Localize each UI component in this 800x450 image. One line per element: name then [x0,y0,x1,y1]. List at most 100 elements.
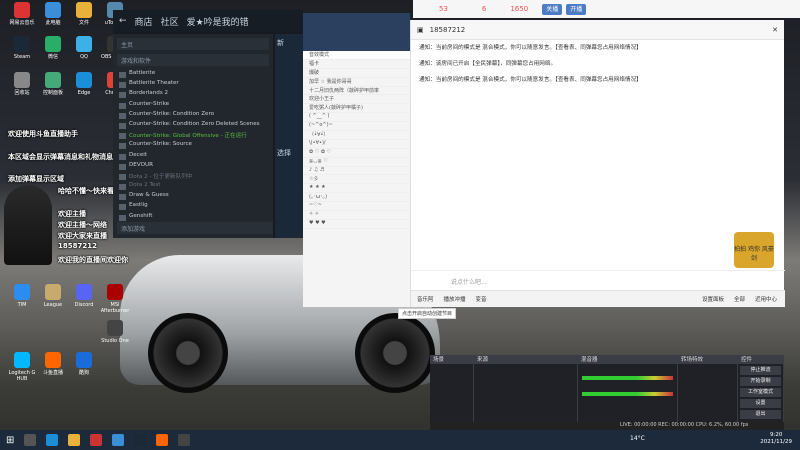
desktop-icon[interactable]: MSI Afterburner [97,284,133,314]
effect-item[interactable]: (｡･ω･｡) [303,193,410,203]
desktop-icon-label: 回收站 [14,90,30,96]
effect-item[interactable]: ✿ ♡ ✿ ♡ [303,149,410,158]
effect-item[interactable]: 加早 ☆ 我是你哥哥 [303,78,410,87]
app-icon [76,72,92,88]
effect-item[interactable]: 十二月旧仇两阵（敲碎护甲前率 [303,87,410,96]
obs-icon[interactable] [178,434,191,446]
steam-game-item[interactable]: Counter-Strike: Source [113,141,273,151]
steam-game-item[interactable]: Eastlig [113,202,273,212]
effect-item[interactable]: 福卡 [303,60,410,69]
taskbar: ⊞ 14°C 9:20 2021/11/29 [0,430,800,450]
footer-music-button[interactable]: 音乐阿 [417,295,434,303]
chat-notice: 通知：该房间已开启【全民弹幕】，同弹幕您占用网络。 [419,61,557,67]
steam-home-button[interactable]: 主页 [117,38,269,50]
start-live-button[interactable]: 开播 [566,3,587,15]
app-icon[interactable] [90,434,103,446]
steam-icon[interactable] [134,434,147,446]
desktop-icon-label: Steam [13,54,31,60]
steam-game-item[interactable]: Battlerite [113,70,273,80]
steam-nav-user[interactable]: 爱★吟是我的错 [187,15,249,28]
close-icon[interactable]: ✕ [772,26,778,34]
steam-section-header[interactable]: 游戏和软件 [117,54,269,66]
steam-add-game-button[interactable]: 添加游戏 [117,222,273,234]
effect-item[interactable]: ( ^__^ ) [303,113,410,123]
obs-controls-header: 控件 [738,355,783,364]
effect-item[interactable]: ≧◡≦ ♡ [303,158,410,167]
footer-play-button[interactable]: 播放冲播 [444,295,466,303]
steam-game-item[interactable]: Counter-Strike [113,101,273,111]
steam-game-item[interactable]: Borderlands 2 [113,90,273,100]
app-icon [14,72,30,88]
obs-control-button[interactable]: 设置 [740,399,781,408]
effect-item[interactable]: \(•∀•)/ [303,140,410,149]
effect-item[interactable]: ★ ★ ★ [303,184,410,194]
app-icon [14,2,30,18]
folder-icon[interactable] [68,434,81,446]
app-icon [107,320,123,336]
desktop-icon[interactable]: 酷狗 [66,352,102,376]
steam-back-icon[interactable]: ← [119,16,127,26]
steam-main-area: 新 选择 [275,34,303,238]
chat-input[interactable]: 说点什么吧... [411,270,785,290]
effect-item[interactable]: 爱吃粥人(敲碎护甲橘子) [303,104,410,114]
app-icon [14,36,30,52]
steam-game-item[interactable]: Dota 2 - 位于更新队列中 [113,172,273,182]
steam-game-item[interactable]: Counter-Strike: Condition Zero Deleted S… [113,121,273,131]
effect-item[interactable]: 欢迎小王子 [303,95,410,105]
steam-nav-store[interactable]: 商店 [135,15,153,28]
search-icon[interactable] [24,434,37,446]
footer-center-button[interactable]: 近用中心 [755,295,777,303]
clock[interactable]: 9:20 2021/11/29 [760,432,792,446]
obs-control-button[interactable]: 开始录制 [740,377,781,386]
douyu-effect-panel: 音效模式 福卡 爆破 加早 ☆ 我是你哥哥 十二月旧仇两阵（敲碎护甲前率 欢迎小王子 爱吃… [303,13,410,307]
effect-item[interactable]: ♪ ♫ ♬ [303,167,410,176]
danmu-message: 哈哈不懂～快来看吧 [58,187,121,195]
steam-game-list: Battlerite Battlerite Theater Borderlands … [113,70,273,223]
app-icon [76,352,92,368]
effect-item[interactable]: ♥ ♥ ♥ [303,220,410,229]
douyu-icon[interactable] [156,434,169,446]
steam-game-item[interactable]: Dota 2 Test [113,182,273,192]
desktop-icon-label: League [43,302,63,308]
promo-badge[interactable]: 拍拍 鸡你 风豪剑 [734,232,774,268]
desktop-icon-label: 酷狗 [78,370,89,376]
clock-date: 2021/11/29 [760,439,792,445]
douyu-panel-header [303,13,410,51]
app-icon[interactable] [112,434,125,446]
car-wheel [148,313,228,393]
obs-control-button[interactable]: 退出 [740,410,781,419]
steam-game-item[interactable]: Battlerite Theater [113,80,273,90]
obs-control-button[interactable]: 工作室模式 [740,388,781,397]
effect-item[interactable]: ✧ ✧ [303,211,410,220]
steam-game-item[interactable]: Deceit [113,152,273,162]
desktop-icon-label: 此电脑 [45,20,61,26]
obs-mixer-header: 混音器 [578,355,677,364]
app-icon [76,36,92,52]
footer-all-button[interactable]: 全部 [734,295,745,303]
start-icon[interactable]: ⊞ [6,435,14,446]
desktop-icon-label: 文件 [78,20,89,26]
steam-game-item[interactable]: Counter-Strike: Condition Zero [113,111,273,121]
obs-control-button[interactable]: 停止推流 [740,366,781,375]
steam-main-label-2: 选择 [277,149,291,157]
app-icon [45,284,61,300]
steam-game-item[interactable]: DEVOUR [113,162,273,172]
effect-item[interactable]: 爆破 [303,69,410,78]
steam-game-item[interactable]: Counter-Strike: Global Offensive - 正在运行 [113,131,273,141]
room-id: 18587212 [429,25,466,34]
steam-game-item[interactable]: Draw & Guess [113,192,273,202]
chat-notice: 通知：当前房间的模式是 混合模式，你可以随意发言。【查看表、同弹幕您占用网络情况… [419,45,642,51]
stat-2: 6 [481,5,487,13]
obs-controls: 停止推流开始录制工作室模式设置退出 [738,366,783,419]
effect-item[interactable]: （•̀∀•́） [303,131,410,140]
effect-item[interactable]: (~^o^)~ [303,122,410,132]
desktop-icon[interactable]: Studio One [97,320,133,344]
steam-nav-community[interactable]: 社区 [161,15,179,28]
footer-settings-button[interactable]: 设置面板 [702,295,724,303]
edge-icon[interactable] [46,434,59,446]
obs-transitions-header: 转场特效 [678,355,737,364]
footer-voice-button[interactable]: 变音 [476,295,487,303]
effect-item[interactable]: ☆彡 [303,175,410,185]
effect-item[interactable]: ~♡~ [303,202,410,212]
stop-live-button[interactable]: 关播 [542,3,563,15]
